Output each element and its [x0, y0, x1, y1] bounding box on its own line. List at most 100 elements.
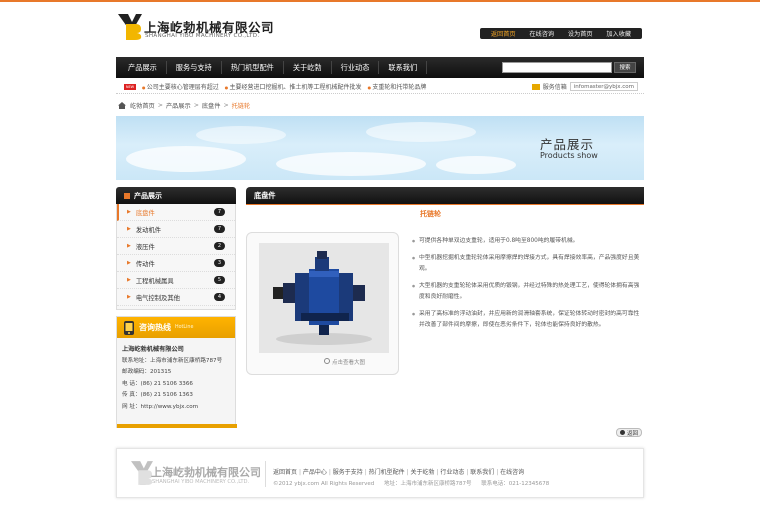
contact-fax: 传 真：(86) 21 5106 1363 [122, 392, 193, 398]
news-item[interactable]: 主要经营进口挖掘机、推土机等工程机械配件批发 [225, 82, 362, 91]
square-bullet-icon [124, 192, 130, 199]
search-input[interactable] [502, 62, 612, 73]
footer-phone: 联系电话：021-12345678 [481, 481, 550, 487]
site-footer: 上海屹勃机械有限公司 SHANGHAI YIBO MACHINERY CO.,L… [116, 448, 644, 498]
mail-icon [531, 83, 540, 90]
nav-item-service[interactable]: 服务与支持 [167, 61, 222, 74]
banner-cloud [126, 146, 246, 172]
news-bar: NEW 公司主要核心管理层有超过 主要经营进口挖掘机、推土机等工程机械配件批发 … [116, 80, 644, 94]
arrow-right-icon: ▶ [127, 226, 131, 232]
footer-company-name: 上海屹勃机械有限公司 [151, 466, 261, 479]
site-logo[interactable]: 上海屹勃机械有限公司 SHANGHAI YIBO MACHINERY CO.,L… [118, 14, 278, 44]
toplink-consult[interactable]: 在线咨询 [529, 29, 554, 38]
sidebar-item-label: 发动机件 [135, 226, 162, 234]
arrow-right-icon: ▶ [127, 294, 131, 300]
breadcrumb-current: 托链轮 [231, 103, 251, 110]
main-nav: 产品展示 服务与支持 热门机型配件 关于屹勃 行业动态 联系我们 搜索 [116, 57, 644, 78]
product-sidebar: 产品展示 ▶ 底盘件 7 ▶ 发动机件 7 ▶ 液压件 2 ▶ 传动件 3 ▶ … [116, 187, 236, 310]
back-button[interactable]: 返回 [616, 428, 643, 437]
sidebar-item-attachments[interactable]: ▶ 工程机械属具 5 [117, 272, 235, 289]
footer-copyright: ©2012 ybjx.com All Rights Reserved 地址：上海… [273, 479, 557, 487]
breadcrumb-products[interactable]: 产品展示 [166, 101, 191, 110]
description-item: 中型机器挖掘机支重轮轮体采用摩擦焊的焊接方式，具有焊接效率高，产品强度好且美观。 [412, 253, 644, 276]
top-accent-line [0, 0, 760, 2]
back-label: 返回 [627, 430, 639, 437]
logo-company-name-en: SHANGHAI YIBO MACHINERY CO.,LTD. [145, 33, 260, 39]
sidebar-item-engine[interactable]: ▶ 发动机件 7 [117, 221, 235, 238]
sidebar-item-count: 7 [214, 225, 225, 233]
yibo-logo-icon [118, 14, 142, 40]
hotline-title: 咨询热线 [139, 323, 171, 332]
nav-item-hot-parts[interactable]: 热门机型配件 [222, 61, 284, 74]
news-item[interactable]: 公司主要核心管理层有超过 [142, 82, 219, 91]
footer-link-service[interactable]: 服务于支持 [329, 469, 363, 476]
footer-link-consult[interactable]: 在线咨询 [496, 469, 524, 476]
banner-cloud [366, 122, 476, 142]
phone-icon [124, 320, 134, 335]
nav-item-about[interactable]: 关于屹勃 [284, 61, 332, 74]
zoom-link[interactable]: 点击查看大图 [332, 358, 365, 366]
hotline-header: 咨询热线 HotLine [117, 317, 235, 338]
footer-link-home[interactable]: 返回首页 [273, 469, 297, 476]
breadcrumb-chassis[interactable]: 底盘件 [202, 101, 221, 110]
sidebar-title: 产品展示 [134, 191, 162, 200]
mail-address[interactable]: infomaster@ybjx.com [569, 82, 638, 91]
nav-item-contact[interactable]: 联系我们 [379, 61, 428, 74]
contact-postcode: 邮政编码：201315 [122, 369, 172, 375]
arrow-right-icon: ▶ [127, 260, 131, 266]
section-header: 底盘件 [246, 187, 644, 204]
footer-address: 地址：上海市浦东新区康桥路787号 [384, 481, 472, 487]
products-banner: 产品展示 Products show [116, 116, 644, 180]
toplink-set-homepage[interactable]: 设为首页 [568, 29, 593, 38]
arrow-right-icon: ▶ [127, 209, 131, 215]
arrow-right-icon: ▶ [127, 243, 131, 249]
footer-company-name-en: SHANGHAI YIBO MACHINERY CO.,LTD. [152, 479, 250, 485]
breadcrumb-home[interactable]: 屹勃首页 [130, 101, 155, 110]
top-links-bar: 返回首页 在线咨询 设为首页 加入收藏 [480, 28, 642, 39]
sidebar-item-label: 底盘件 [135, 209, 155, 217]
footer-link-about[interactable]: 关于屹勃 [407, 469, 435, 476]
sidebar-item-hydraulic[interactable]: ▶ 液压件 2 [117, 238, 235, 255]
sidebar-item-count: 3 [214, 259, 225, 267]
sidebar-item-label: 电气控制及其他 [135, 294, 180, 302]
toplink-add-favorite[interactable]: 加入收藏 [606, 29, 631, 38]
banner-cloud [196, 126, 286, 144]
sidebar-item-chassis[interactable]: ▶ 底盘件 7 [117, 204, 235, 221]
sidebar-item-label: 传动件 [135, 260, 155, 268]
sidebar-item-label: 工程机械属具 [135, 277, 174, 285]
contact-address: 联系地址：上海市浦东新区康桥路787号 [122, 357, 223, 364]
news-item[interactable]: 支重轮和托带轮品牌 [368, 82, 426, 91]
sidebar-item-transmission[interactable]: ▶ 传动件 3 [117, 255, 235, 272]
arrow-right-icon: ▶ [127, 277, 131, 283]
toplink-home[interactable]: 返回首页 [491, 29, 516, 38]
description-item: 采用了高标准的浮动油封，并应用新的润滑轴套系统，保证轮体转动时密封的高可靠性并改… [412, 309, 644, 332]
sidebar-item-electrical[interactable]: ▶ 电气控制及其他 4 [117, 289, 235, 306]
hotline-panel: 咨询热线 HotLine 上海屹勃机械有限公司 联系地址：上海市浦东新区康桥路7… [116, 316, 237, 428]
nav-item-news[interactable]: 行业动态 [332, 61, 380, 74]
contact-info: 上海屹勃机械有限公司 联系地址：上海市浦东新区康桥路787号 邮政编码：2013… [117, 338, 235, 413]
copyright-text: ©2012 ybjx.com All Rights Reserved [273, 481, 375, 487]
sidebar-list: ▶ 底盘件 7 ▶ 发动机件 7 ▶ 液压件 2 ▶ 传动件 3 ▶ 工程机械属… [116, 204, 236, 310]
footer-link-news[interactable]: 行业动态 [436, 469, 464, 476]
product-description: 可提供各种单双边支重轮，适用于0.8吨至800吨的履带机械。 中型机器挖掘机支重… [412, 236, 644, 337]
service-mail: 服务信箱 infomaster@ybjx.com [531, 82, 638, 91]
sidebar-item-count: 4 [214, 293, 225, 301]
hotline-bottom-bar [117, 424, 237, 428]
footer-link-products[interactable]: 产品中心 [299, 469, 327, 476]
hotline-title-en: HotLine [175, 325, 194, 330]
mail-label: 服务信箱 [542, 84, 567, 91]
banner-cloud [436, 156, 516, 174]
contact-website[interactable]: 网 址：http://www.ybjx.com [122, 402, 230, 414]
footer-link-contact[interactable]: 联系我们 [466, 469, 494, 476]
sidebar-item-count: 5 [214, 276, 225, 284]
sidebar-item-count: 2 [214, 242, 225, 250]
product-photo[interactable] [259, 243, 389, 353]
footer-link-hot-parts[interactable]: 热门机型配件 [365, 469, 405, 476]
nav-item-products[interactable]: 产品展示 [116, 61, 167, 74]
banner-cloud [276, 152, 426, 176]
product-title: 托链轮 [420, 210, 441, 218]
product-photo-frame[interactable]: 点击查看大图 [246, 232, 399, 375]
search-button[interactable]: 搜索 [614, 62, 636, 73]
new-badge: NEW [124, 83, 136, 90]
description-item: 可提供各种单双边支重轮，适用于0.8吨至800吨的履带机械。 [412, 236, 644, 248]
